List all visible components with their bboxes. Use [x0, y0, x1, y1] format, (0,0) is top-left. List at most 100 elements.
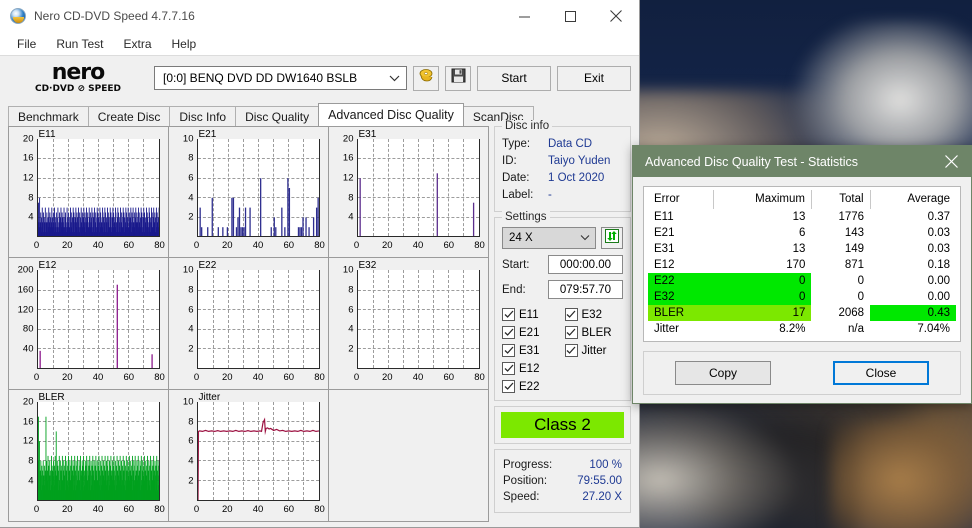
save-button[interactable] — [445, 65, 471, 91]
drive-select[interactable]: [0:0] BENQ DVD DD DW1640 BSLB — [154, 66, 407, 90]
checkbox-e22[interactable]: E22 — [502, 380, 561, 393]
x-axis-tick: 60 — [443, 371, 455, 383]
checkbox-label-e21: E21 — [519, 326, 540, 339]
tab-disc-info[interactable]: Disc Info — [169, 106, 237, 126]
x-axis-tick: 0 — [33, 371, 40, 383]
disc-info-value-id: Taiyo Yuden — [548, 155, 611, 167]
y-axis-tick: 20 — [342, 133, 354, 144]
checkbox-e12[interactable]: E12 — [502, 362, 561, 375]
table-row: E22 0 0 0.00 — [648, 273, 956, 289]
copy-button[interactable]: Copy — [675, 361, 771, 385]
series-plot — [37, 401, 159, 500]
column-header-average: Average — [907, 193, 950, 205]
tab-benchmark[interactable]: Benchmark — [8, 106, 89, 126]
exit-button[interactable]: Exit — [557, 65, 631, 91]
checkbox-e32[interactable]: E32 — [564, 308, 624, 321]
menu-run-test[interactable]: Run Test — [47, 34, 112, 54]
total-cell: 143 — [844, 227, 865, 239]
tab-create-disc[interactable]: Create Disc — [87, 106, 171, 126]
x-axis-tick: 20 — [61, 240, 73, 252]
series-plot — [37, 270, 159, 368]
disc-info-value-date: 1 Oct 2020 — [548, 172, 605, 184]
series-plot — [197, 270, 319, 368]
average-cell: 0.37 — [927, 211, 950, 223]
x-axis-tick: 60 — [283, 503, 295, 515]
y-axis-tick: 8 — [28, 192, 34, 204]
start-button[interactable]: Start — [477, 65, 551, 91]
close-icon[interactable] — [931, 146, 971, 177]
y-axis-tick: 8 — [348, 192, 354, 204]
error-cell: E31 — [654, 243, 675, 255]
series-plot — [197, 401, 319, 500]
checkbox-e21[interactable]: E21 — [502, 326, 561, 339]
chart-title: Jitter — [198, 391, 221, 403]
nero-main-window: Nero CD-DVD Speed 4.7.7.16 File Run Test… — [0, 0, 640, 528]
checkbox-jitter[interactable]: Jitter — [564, 344, 624, 357]
charts-grid: E11 4 8 12 16 20 0 20 40 60 80 E21 2 4 6 8 10 0 20 40 60 80 … — [7, 125, 489, 522]
average-cell: 0.03 — [927, 243, 950, 255]
series-plot — [37, 138, 159, 237]
statistics-table: Error Maximum Total Average E11 13 1776 0.3… — [648, 190, 956, 337]
error-cell: E32 — [648, 289, 714, 305]
checkbox-e11[interactable]: E11 — [502, 308, 561, 321]
minimize-icon[interactable] — [501, 0, 547, 32]
table-row: E21 6 143 0.03 — [648, 225, 956, 241]
x-axis-tick: 0 — [193, 371, 200, 383]
start-time-row: Start: 000:00.00 — [502, 255, 623, 274]
y-axis-tick: 8 — [188, 284, 194, 296]
error-cell: E11 — [654, 211, 674, 223]
statistics-dialog-titlebar: Advanced Disc Quality Test - Statistics — [633, 146, 971, 177]
chart-e32: E32 2 4 6 8 10 0 20 40 60 80 — [327, 257, 489, 390]
class-badge: Class 2 — [501, 412, 624, 438]
plot-wrapper: 40 80 120 160 200 0 20 40 60 80 — [18, 265, 165, 383]
disc-info-value-type: Data CD — [548, 138, 593, 150]
close-icon[interactable] — [593, 0, 639, 32]
chart-row-2: E12 40 80 120 160 200 0 20 40 60 80 E22 2 4 6 8 10 0 20 40… — [7, 257, 489, 390]
speed-select[interactable]: 24 X — [502, 227, 596, 249]
right-panel: Disc info Type: Data CD ID: Taiyo Yuden … — [494, 120, 631, 521]
checkbox-e31[interactable]: E31 — [502, 344, 561, 357]
checkbox-spacer-1 — [565, 362, 624, 375]
y-axis-tick: 12 — [22, 435, 34, 447]
disc-info-key-id: ID: — [502, 155, 517, 167]
maximum-cell: 170 — [786, 259, 806, 271]
x-axis-tick: 80 — [154, 240, 165, 252]
chart-title: E11 — [38, 128, 56, 140]
maximum-cell: 6 — [799, 227, 806, 239]
y-axis-tick: 80 — [22, 323, 34, 335]
y-axis-tick: 10 — [182, 264, 194, 276]
x-axis-tick: 40 — [252, 240, 264, 252]
y-axis-tick: 4 — [188, 323, 194, 335]
x-axis-tick: 40 — [252, 371, 264, 383]
y-axis-tick: 4 — [28, 211, 34, 223]
disc-eject-button[interactable] — [413, 65, 439, 91]
chart-title: E32 — [358, 260, 377, 272]
table-row: E31 13 149 0.03 — [648, 241, 956, 257]
end-time-input[interactable]: 079:57.70 — [548, 280, 623, 299]
end-time-label: End: — [502, 283, 526, 296]
chart-e31: E31 4 8 12 16 20 0 20 40 60 80 — [327, 125, 489, 259]
disc-eject-icon — [418, 68, 434, 88]
chart-title: E22 — [198, 260, 217, 272]
nero-logo-wordmark: nero — [51, 60, 106, 85]
statistics-dialog-body: Error Maximum Total Average E11 13 1776 0.3… — [633, 177, 971, 342]
speed-select-value: 24 X — [509, 232, 533, 244]
maximize-icon[interactable] — [547, 0, 593, 32]
plot-area — [36, 138, 160, 238]
x-axis-tick: 0 — [193, 240, 200, 252]
start-time-input[interactable]: 000:00.00 — [548, 255, 623, 274]
menu-help[interactable]: Help — [163, 34, 206, 54]
y-axis-tick: 4 — [348, 211, 354, 223]
tab-advanced-disc-quality[interactable]: Advanced Disc Quality — [318, 103, 464, 126]
disc-info-value-label: - — [548, 189, 552, 201]
tab-disc-quality[interactable]: Disc Quality — [235, 106, 320, 126]
refresh-button[interactable] — [601, 227, 623, 249]
checkbox-bler[interactable]: BLER — [564, 326, 624, 339]
menu-extra[interactable]: Extra — [114, 34, 160, 54]
checkmark-icon — [564, 326, 578, 339]
menu-file[interactable]: File — [8, 34, 45, 54]
plot-wrapper: 4 8 12 16 20 0 20 40 60 80 — [343, 133, 485, 251]
close-button[interactable]: Close — [833, 361, 929, 385]
plot-area — [356, 138, 480, 238]
plot-wrapper: 2 4 6 8 10 0 20 40 60 80 — [183, 133, 325, 251]
